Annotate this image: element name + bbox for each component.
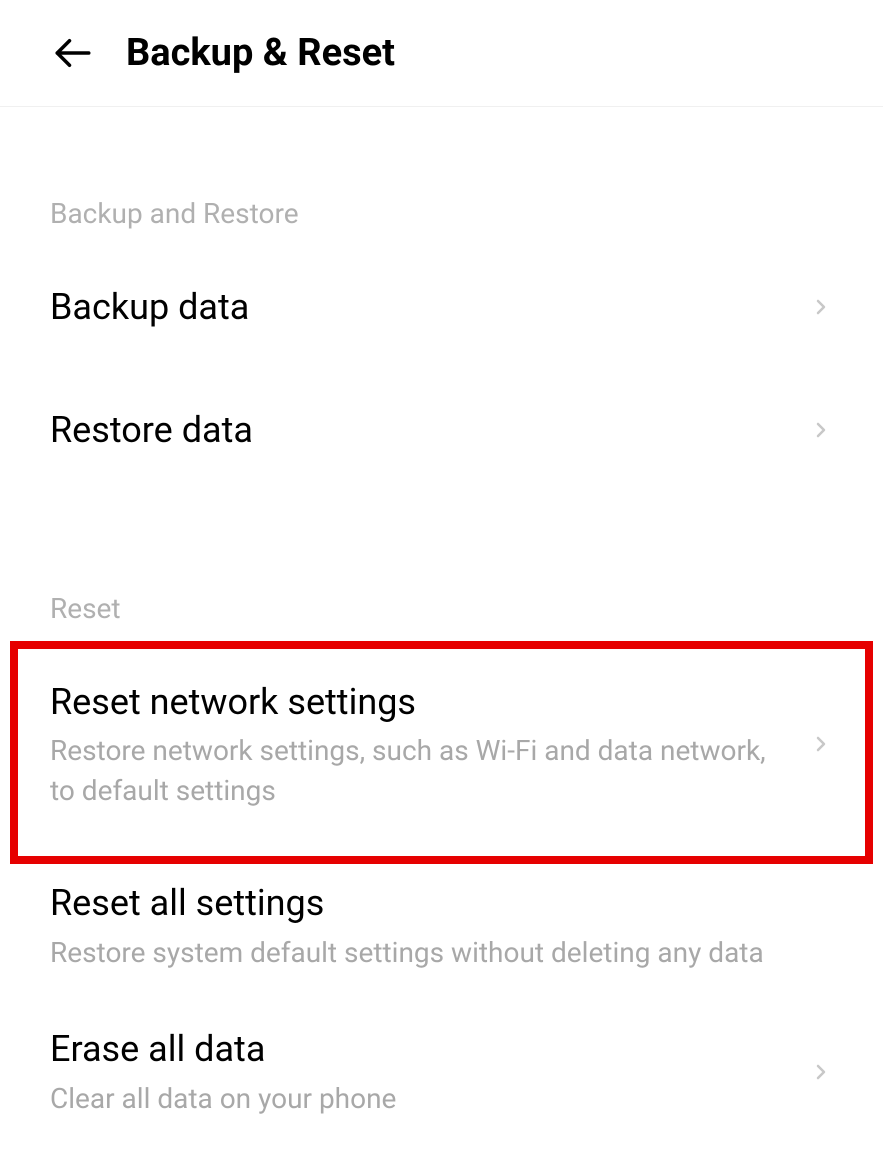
item-title: Erase all data: [50, 1026, 799, 1073]
arrow-left-icon: [52, 32, 94, 74]
item-text: Restore data: [50, 407, 799, 454]
item-subtitle: Clear all data on your phone: [50, 1079, 799, 1118]
content: Backup and Restore Backup data Restore d…: [0, 197, 883, 1156]
item-erase-all-data[interactable]: Erase all data Clear all data on your ph…: [50, 1010, 833, 1156]
page-title: Backup & Reset: [126, 31, 395, 75]
section-header-backup: Backup and Restore: [50, 197, 833, 236]
section-header-reset: Reset: [50, 592, 833, 631]
item-title: Reset network settings: [50, 679, 799, 726]
item-restore-data[interactable]: Restore data: [50, 369, 833, 492]
item-title: Restore data: [50, 407, 799, 454]
chevron-right-icon: [809, 418, 833, 442]
item-subtitle: Restore network settings, such as Wi-Fi …: [50, 731, 770, 809]
item-text: Reset all settings Restore system defaul…: [50, 880, 833, 972]
header: Backup & Reset: [0, 0, 883, 107]
item-text: Reset network settings Restore network s…: [50, 679, 799, 810]
item-title: Backup data: [50, 284, 799, 331]
chevron-right-icon: [809, 732, 833, 756]
item-backup-data[interactable]: Backup data: [50, 246, 833, 369]
back-button[interactable]: [50, 30, 96, 76]
item-text: Erase all data Clear all data on your ph…: [50, 1026, 799, 1118]
item-text: Backup data: [50, 284, 799, 331]
item-reset-network-settings[interactable]: Reset network settings Restore network s…: [10, 641, 873, 864]
item-reset-all-settings[interactable]: Reset all settings Restore system defaul…: [50, 864, 833, 1010]
chevron-right-icon: [809, 1060, 833, 1084]
chevron-right-icon: [809, 295, 833, 319]
item-subtitle: Restore system default settings without …: [50, 933, 833, 972]
item-title: Reset all settings: [50, 880, 833, 927]
